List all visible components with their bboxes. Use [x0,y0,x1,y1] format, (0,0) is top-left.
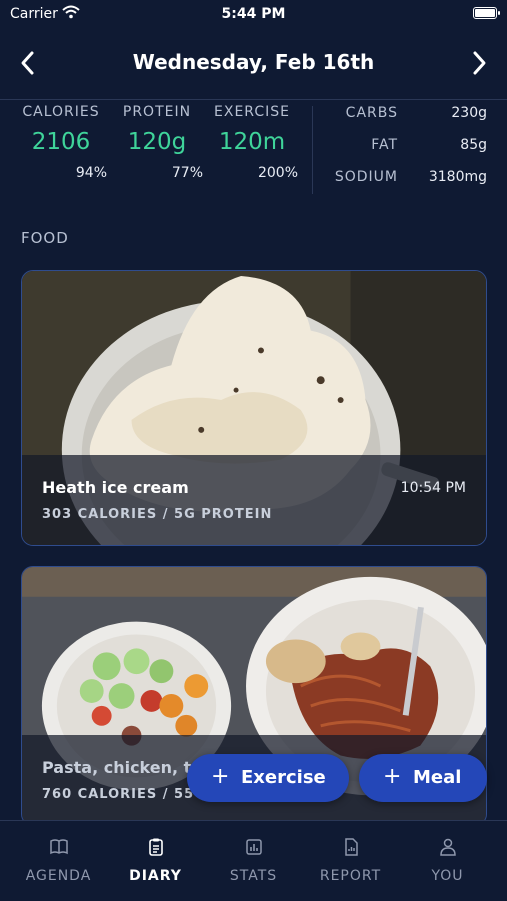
calories-value: 2106 [31,129,91,155]
clipboard-icon [149,838,163,856]
tab-diary[interactable]: DIARY [105,821,206,901]
tab-label: YOU [431,868,464,884]
calories-stat: CALORIES 2106 94% [11,104,111,181]
sodium-label: SODIUM [334,169,398,185]
tab-label: DIARY [129,868,182,884]
status-bar: Carrier 5:44 PM [0,0,507,30]
date-header: Wednesday, Feb 16th [0,40,507,86]
page-title: Wednesday, Feb 16th [132,50,375,74]
food-card-caption: Heath ice cream 10:54 PM 303 CALORIES / … [22,455,486,545]
summary-divider [312,106,313,194]
carbs-row: CARBS 230g [320,105,490,129]
tab-stats[interactable]: STATS [203,821,304,901]
food-section-title: FOOD [21,229,69,247]
fat-label: FAT [371,137,398,153]
daily-summary: CALORIES 2106 94% PROTEIN 120g 77% EXERC… [0,100,507,200]
carbs-value: 230g [451,105,487,121]
protein-percent: 77% [171,165,203,181]
clock: 5:44 PM [221,6,286,22]
sodium-row: SODIUM 3180mg [320,169,490,193]
chart-icon [246,839,262,855]
sodium-value: 3180mg [428,169,487,185]
battery-icon [473,7,500,19]
protein-value: 120g [127,129,187,155]
tab-label: STATS [229,868,278,884]
food-card[interactable]: Heath ice cream 10:54 PM 303 CALORIES / … [21,270,487,546]
food-nutrition: 303 CALORIES / 5G PROTEIN [42,507,273,522]
tab-label: AGENDA [25,868,92,884]
add-exercise-label: Exercise [241,767,326,788]
food-name: Heath ice cream [42,478,189,497]
add-exercise-button[interactable]: + Exercise [187,754,349,802]
exercise-stat: EXERCISE 120m 200% [202,104,302,181]
add-meal-button[interactable]: + Meal [359,754,487,802]
food-time: 10:54 PM [400,480,466,496]
plus-icon: + [211,764,230,789]
add-meal-label: Meal [413,767,462,788]
tab-bar: AGENDA DIARY STATS REPORT YOU [0,820,507,901]
calories-percent: 94% [75,165,107,181]
calories-label: CALORIES [22,104,100,120]
tab-report[interactable]: REPORT [300,821,401,901]
tab-agenda[interactable]: AGENDA [8,821,109,901]
tab-label: REPORT [319,868,382,884]
exercise-label: EXERCISE [214,104,290,120]
tab-you[interactable]: YOU [397,821,498,901]
carbs-label: CARBS [345,105,398,121]
exercise-value: 120m [218,129,286,155]
fat-row: FAT 85g [320,137,490,161]
plus-icon: + [383,764,402,789]
report-icon [345,838,358,856]
person-icon [440,838,456,856]
book-icon [50,839,68,855]
fat-value: 85g [460,137,487,153]
protein-stat: PROTEIN 120g 77% [107,104,207,181]
protein-label: PROTEIN [122,104,192,120]
exercise-percent: 200% [257,165,298,181]
chevron-right-icon[interactable] [467,50,491,76]
